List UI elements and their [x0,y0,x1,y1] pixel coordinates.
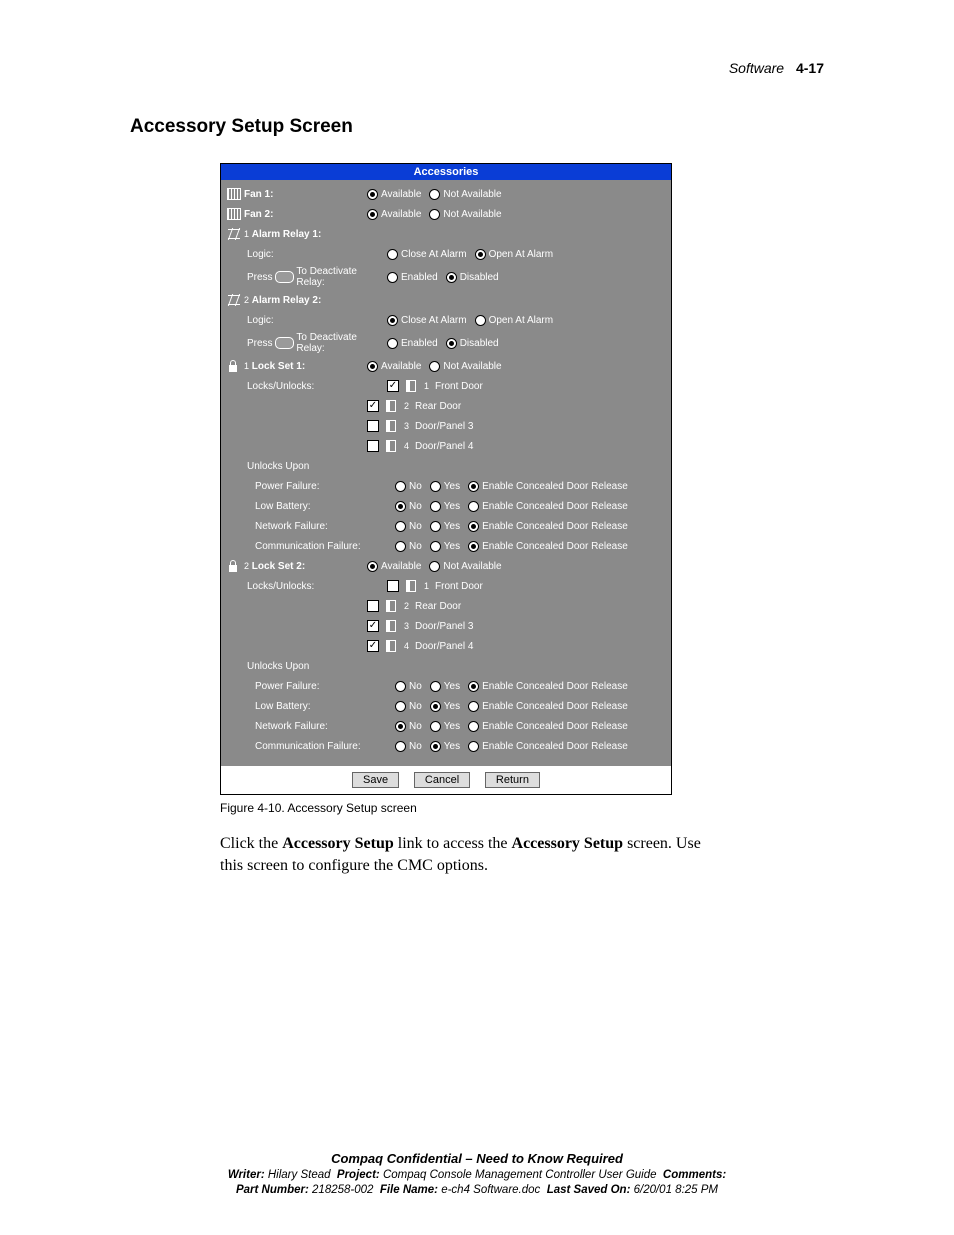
ls1-door2-chk[interactable] [367,400,379,412]
fan-icon [227,188,241,200]
door-icon [386,420,396,432]
ls1-pf-no[interactable] [395,481,406,492]
ls1-notavailable-radio[interactable] [429,361,440,372]
footer-confidential: Compaq Confidential – Need to Know Requi… [120,1150,834,1168]
relay2-disabled-radio[interactable] [446,338,457,349]
ls1-door1-chk[interactable] [387,380,399,392]
save-button[interactable]: Save [352,772,399,788]
relay1-open-radio[interactable] [475,249,486,260]
door-icon [386,400,396,412]
fan2-available-radio[interactable] [367,209,378,220]
ls1-cf-ecdr[interactable] [468,541,479,552]
alarm-relay1-label: Alarm Relay 1: [252,229,321,240]
relay-icon [227,228,241,240]
door-icon [406,580,416,592]
door-icon [406,380,416,392]
ls2-cf-no[interactable] [395,741,406,752]
ls2-nf-ecdr[interactable] [468,721,479,732]
ls1-nf-no[interactable] [395,521,406,532]
ls2-cf-yes[interactable] [430,741,441,752]
ls1-nf-yes[interactable] [430,521,441,532]
ls1-nf-ecdr[interactable] [468,521,479,532]
ls1-lb-ecdr[interactable] [468,501,479,512]
ls2-door2-chk[interactable] [367,600,379,612]
ls1-cf-no[interactable] [395,541,406,552]
ls1-locks-label: Locks/Unlocks: [247,381,314,392]
fan1-notavailable-radio[interactable] [429,189,440,200]
ls2-door4-chk[interactable] [367,640,379,652]
ls2-nf-yes[interactable] [430,721,441,732]
return-button[interactable]: Return [485,772,540,788]
relay2-close-radio[interactable] [387,315,398,326]
accessories-screenshot: Accessories Fan 1: Available Not Availab… [220,163,672,795]
window-titlebar: Accessories [221,164,671,180]
ls2-lb-yes[interactable] [430,701,441,712]
oval-button-icon [275,271,295,283]
relay2-enabled-radio[interactable] [387,338,398,349]
relay2-logic-label: Logic: [247,315,274,326]
ls2-lb-ecdr[interactable] [468,701,479,712]
relay1-close-radio[interactable] [387,249,398,260]
door-icon [386,620,396,632]
ls2-unlocks-upon: Unlocks Upon [247,661,309,672]
ls2-available-radio[interactable] [367,561,378,572]
cancel-button[interactable]: Cancel [414,772,470,788]
lock-icon [227,560,241,572]
header-page: 4-17 [796,60,824,76]
relay-icon [227,294,241,306]
fan1-label: Fan 1: [244,189,273,200]
ls1-pf-ecdr[interactable] [468,481,479,492]
oval-button-icon [275,337,295,349]
fan1-available-radio[interactable] [367,189,378,200]
ls2-door3-chk[interactable] [367,620,379,632]
ls1-unlocks-upon: Unlocks Upon [247,461,309,472]
ls1-lb-no[interactable] [395,501,406,512]
ls1-lb-yes[interactable] [430,501,441,512]
ls2-cf-ecdr[interactable] [468,741,479,752]
relay1-logic-label: Logic: [247,249,274,260]
relay2-open-radio[interactable] [475,315,486,326]
ls1-cf-yes[interactable] [430,541,441,552]
relay1-enabled-radio[interactable] [387,272,398,283]
lockset1-label: Lock Set 1: [252,361,305,372]
ls2-notavailable-radio[interactable] [429,561,440,572]
ls2-door1-chk[interactable] [387,580,399,592]
fan2-notavailable-radio[interactable] [429,209,440,220]
page-header: Software 4-17 [130,60,824,76]
header-software: Software [729,60,784,76]
fan-icon [227,208,241,220]
lockset2-label: Lock Set 2: [252,561,305,572]
ls2-pf-yes[interactable] [430,681,441,692]
page-footer: Compaq Confidential – Need to Know Requi… [0,1150,954,1199]
fan2-label: Fan 2: [244,209,273,220]
ls2-locks-label: Locks/Unlocks: [247,581,314,592]
door-icon [386,600,396,612]
figure-caption: Figure 4-10. Accessory Setup screen [220,801,824,815]
ls1-pf-yes[interactable] [430,481,441,492]
ls2-lb-no[interactable] [395,701,406,712]
relay1-disabled-radio[interactable] [446,272,457,283]
body-paragraph: Click the Accessory Setup link to access… [220,833,720,876]
alarm-relay2-label: Alarm Relay 2: [252,295,321,306]
door-icon [386,640,396,652]
ls2-nf-no[interactable] [395,721,406,732]
page-title: Accessory Setup Screen [130,116,824,138]
ls2-pf-no[interactable] [395,681,406,692]
door-icon [386,440,396,452]
lock-icon [227,360,241,372]
ls1-door4-chk[interactable] [367,440,379,452]
ls2-pf-ecdr[interactable] [468,681,479,692]
ls1-available-radio[interactable] [367,361,378,372]
ls1-door3-chk[interactable] [367,420,379,432]
